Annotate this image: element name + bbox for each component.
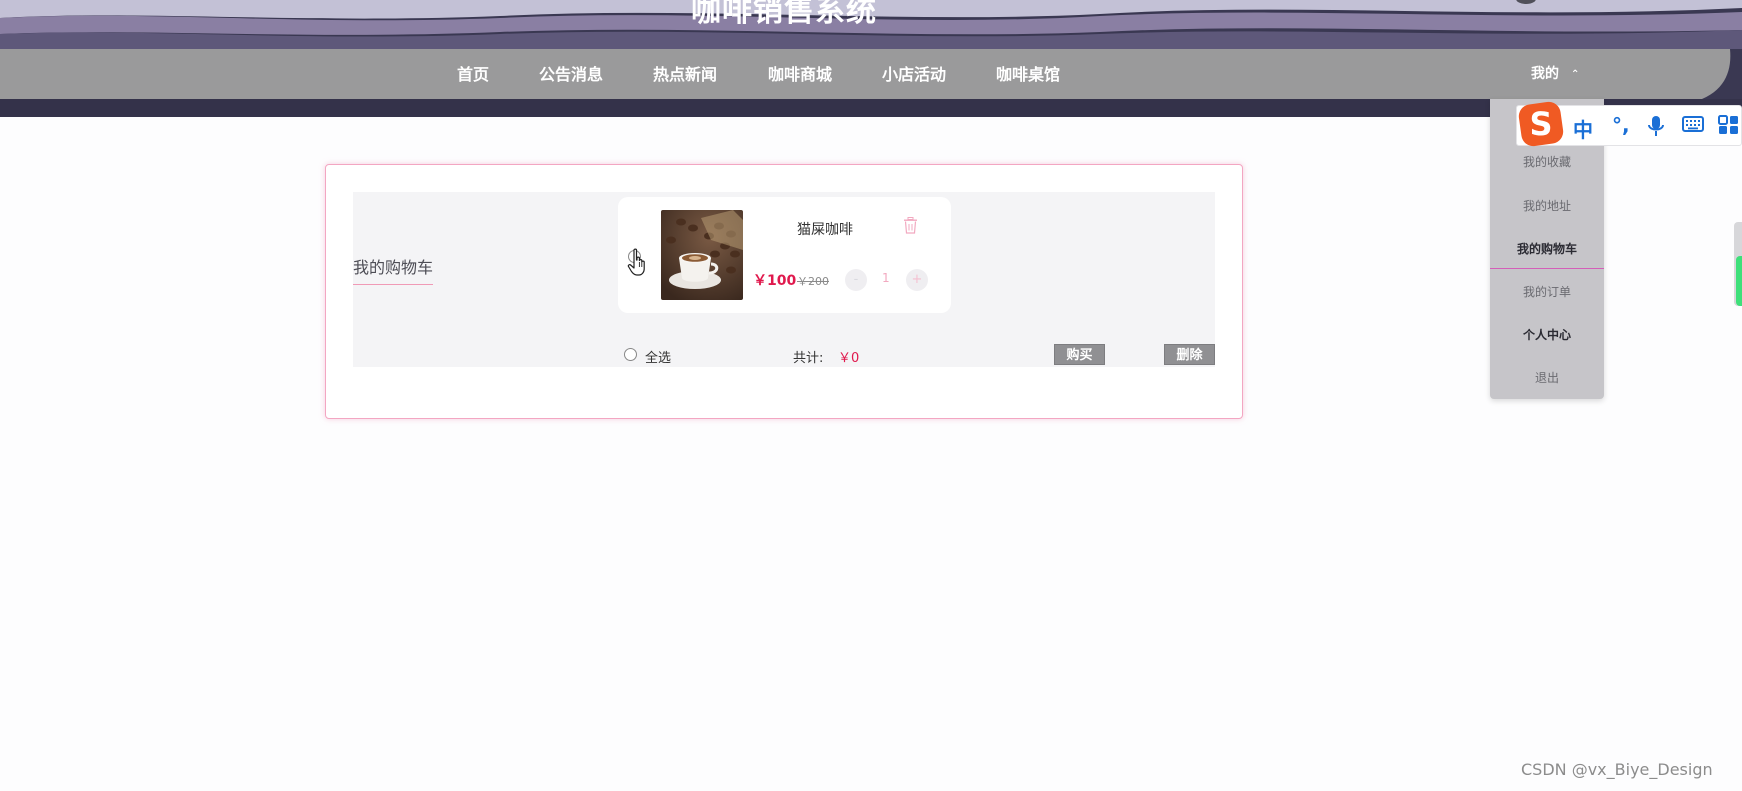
page: 咖啡销售系统 首页 公告消息 热点新闻 咖啡商城 小店活动 咖啡桌馆 我的 ⌃ 我… [0,0,1742,791]
total-label: 共计: [793,351,824,366]
nav-me-menu[interactable]: 我的 ⌃ [1531,63,1579,83]
navbar-curve [1702,49,1742,99]
nav-announcements[interactable]: 公告消息 [539,61,603,85]
nav-shop-events[interactable]: 小店活动 [882,61,946,85]
side-floating-tab-indicator [1736,256,1742,306]
caret-up-icon: ⌃ [1571,68,1580,80]
watermark: CSDN @vx_Biye_Design [1521,760,1713,779]
nav-coffee-tables[interactable]: 咖啡桌馆 [996,61,1060,85]
quantity-decrease-button[interactable]: - [845,269,867,291]
trash-icon[interactable] [903,217,918,234]
nav-home[interactable]: 首页 [457,61,489,85]
apps-grid-icon[interactable] [1718,115,1740,135]
delete-button[interactable]: 删除 [1164,344,1215,365]
dropdown-item-logout[interactable]: 退出 [1490,369,1604,386]
hand-pointer-icon [627,248,645,276]
coffee-product-image [661,210,743,300]
ime-chinese-mode[interactable]: 中 [1573,114,1593,143]
buy-button[interactable]: 购买 [1054,344,1105,365]
select-all-radio[interactable] [624,348,637,361]
keyboard-icon[interactable] [1682,115,1704,133]
total-value: ￥0 [838,351,860,366]
nav-coffee-mall[interactable]: 咖啡商城 [768,61,832,85]
item-price: ￥100 [753,273,797,289]
cart-title: 我的购物车 [353,254,434,285]
quantity-value: 1 [882,271,890,285]
svg-text:S: S [1529,105,1552,143]
ime-punctuation-mode[interactable]: °, [1612,113,1630,137]
dropdown-item-profile[interactable]: 个人中心 [1490,326,1604,343]
microphone-icon[interactable] [1647,115,1665,137]
item-original-price: ￥200 [797,275,829,288]
sogou-logo-icon[interactable]: S [1517,100,1565,148]
dropdown-item-cart[interactable]: 我的购物车 [1490,240,1604,257]
select-all-label[interactable]: 全选 [645,347,671,366]
dropdown-item-orders[interactable]: 我的订单 [1490,283,1604,300]
dropdown-active-underline [1490,268,1604,269]
item-name: 猫屎咖啡 [797,222,853,238]
nav-me-label: 我的 [1531,66,1559,82]
navbar [0,49,1742,99]
dropdown-item-favorites[interactable]: 我的收藏 [1490,153,1604,170]
site-title: 咖啡销售系统 [691,0,877,29]
nav-hot-news[interactable]: 热点新闻 [653,61,717,85]
quantity-increase-button[interactable]: + [906,269,928,291]
dropdown-item-address[interactable]: 我的地址 [1490,197,1604,214]
